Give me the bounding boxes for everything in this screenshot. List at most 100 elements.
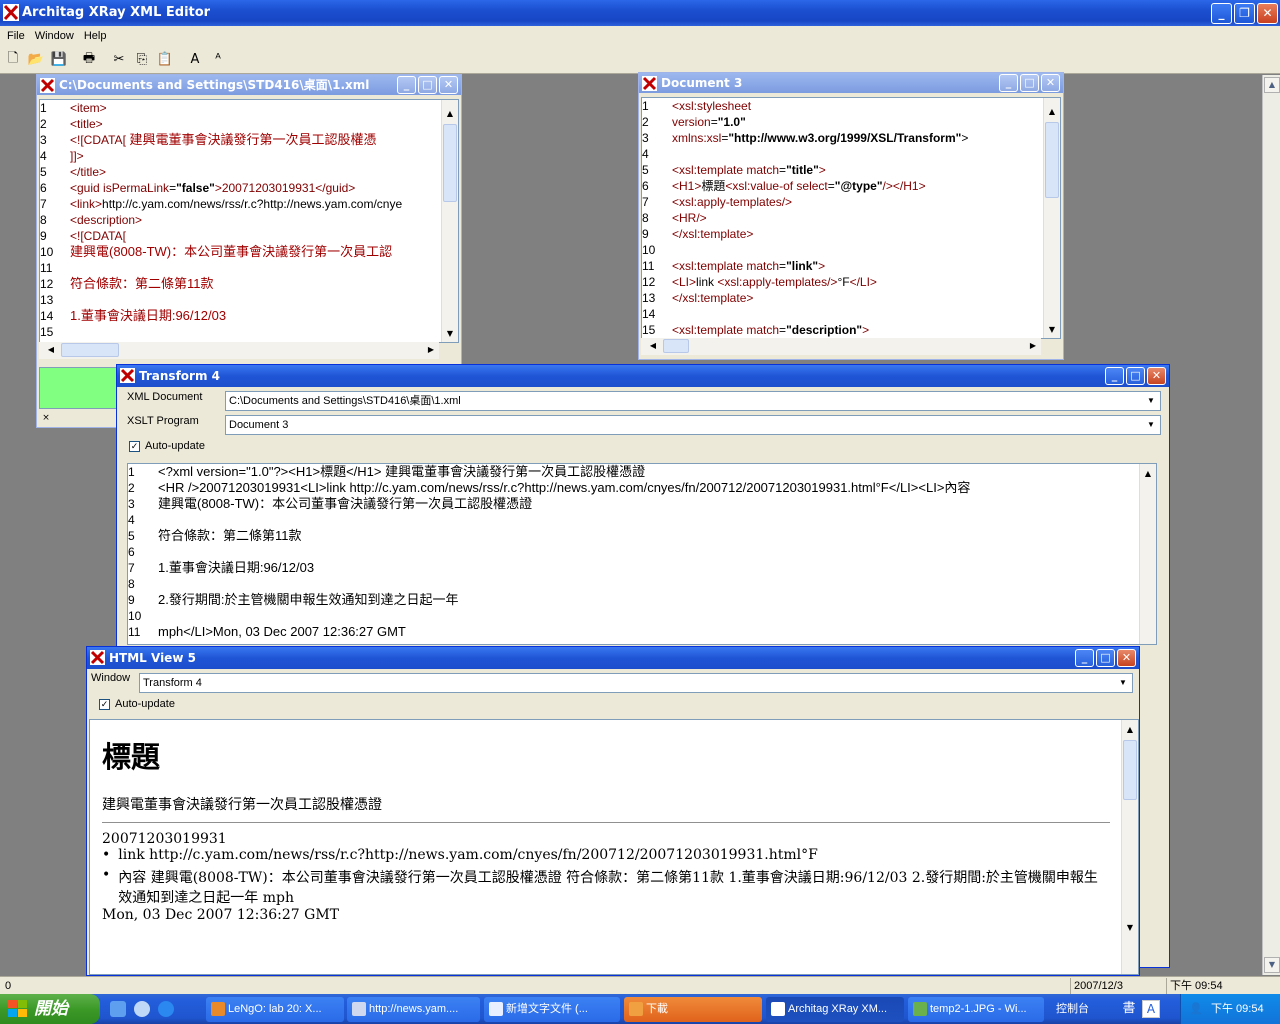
scroll-down-icon[interactable]: ▼ [442,326,458,342]
menu-help[interactable]: Help [79,30,112,42]
scroll-down-icon[interactable]: ▼ [1044,322,1060,338]
close-button[interactable]: ✕ [1257,3,1278,24]
transform-close-button[interactable]: ✕ [1147,367,1166,385]
chevron-down-icon[interactable]: ▼ [1143,393,1159,409]
xslt-editor-hscroll[interactable]: ◀ ▶ [641,338,1041,355]
scroll-up-icon[interactable]: ▲ [1044,104,1060,120]
task-news-yam[interactable]: http://news.yam.... [347,997,480,1022]
doc3-titlebar[interactable]: Document 3 _ □ ✕ [639,73,1063,93]
xml-close-button[interactable]: ✕ [439,76,458,94]
source-window-select[interactable]: Transform 4 ▼ [139,673,1133,693]
html-view-titlebar[interactable]: HTML View 5 _ □ ✕ [87,647,1139,669]
chevron-down-icon[interactable]: ▼ [1143,417,1159,433]
task-architag-xray[interactable]: Architag XRay XM... [766,997,904,1022]
paste-icon[interactable]: 📋 [154,49,176,71]
scroll-up-icon[interactable]: ▲ [1122,722,1138,738]
scroll-thumb[interactable] [61,343,119,357]
checkmark-icon[interactable]: ✓ [99,698,110,710]
scroll-up-icon[interactable]: ▲ [1264,77,1280,93]
chevron-down-icon[interactable]: ▼ [1115,675,1131,691]
doc3-minimize-button[interactable]: _ [999,74,1018,92]
xml-editor-hscroll[interactable]: ◀ ▶ [39,342,439,359]
control-panel-toolbar[interactable]: 控制台 [1056,994,1089,1024]
quicklaunch-browser-icon[interactable] [158,1001,174,1017]
quicklaunch-ie-icon[interactable] [110,1001,126,1017]
xml-minimize-button[interactable]: _ [397,76,416,94]
xml-document-label: XML Document [127,391,203,403]
copy-icon[interactable]: ⎘ [131,49,153,71]
menu-window[interactable]: Window [30,30,79,42]
task-notepad[interactable]: 新增文字文件 (... [484,997,620,1022]
print-icon[interactable]: 🖶 [78,49,100,71]
transform-maximize-button[interactable]: □ [1126,367,1145,385]
main-titlebar[interactable]: Architag XRay XML Editor _ ❐ ✕ [0,0,1280,26]
html-preview[interactable]: 標題 建興電董事會決議發行第一次員工認股權憑證 20071203019931 •… [89,719,1139,975]
scroll-up-icon[interactable]: ▲ [1140,466,1156,482]
task-lengo[interactable]: LeNgO: lab 20: X... [206,997,344,1022]
task-downloads[interactable]: 下載 [624,997,762,1022]
font-larger-icon[interactable]: A [184,49,206,71]
xslt-document-window[interactable]: Document 3 _ □ ✕ 1 2 3 4 5 6 7 8 9 10 11 12 13 14 15 <… [638,72,1064,360]
scroll-left-icon[interactable]: ◀ [645,338,661,354]
scroll-down-icon[interactable]: ▼ [1264,957,1280,973]
open-folder-icon[interactable]: 📂 [25,49,47,71]
scroll-left-icon[interactable]: ◀ [43,342,59,358]
scroll-thumb[interactable] [663,339,689,353]
html-auto-update-checkbox[interactable]: ✓ Auto-update [99,698,175,710]
xml-window-titlebar[interactable]: C:\Documents and Settings\STD416\桌面\1.xm… [37,75,461,95]
mdi-vertical-scrollbar[interactable]: ▲ ▼ [1262,75,1280,975]
transform-vscroll[interactable]: ▲ [1139,464,1156,644]
html-view-window[interactable]: HTML View 5 _ □ ✕ Window Transform 4 ▼ ✓… [86,646,1140,976]
transform-minimize-button[interactable]: _ [1105,367,1124,385]
scroll-right-icon[interactable]: ▶ [1025,338,1041,354]
line-number: 6 [642,179,649,193]
xslt-code-editor[interactable]: 1 2 3 4 5 6 7 8 9 10 11 12 13 14 15 <xsl:stylesheet ve… [641,97,1061,339]
scroll-down-icon[interactable]: ▼ [1122,920,1138,936]
task-image-viewer[interactable]: temp2-1.JPG - Wi... [908,997,1044,1022]
menu-file[interactable]: File [2,30,30,42]
xml-code-editor[interactable]: 1 2 3 4 5 6 7 8 9 10 11 12 13 14 15 <item> <title> <![… [39,99,459,343]
transform-auto-update-checkbox[interactable]: ✓ Auto-update [129,440,205,452]
transform-titlebar[interactable]: Transform 4 _ □ ✕ [117,365,1169,387]
ime-mode-icon[interactable]: A [1142,1000,1160,1018]
scroll-thumb[interactable] [1123,740,1137,800]
cut-icon[interactable]: ✂ [108,49,130,71]
ime-indicator[interactable]: 書 [1120,1001,1138,1017]
line-number: 7 [128,561,135,575]
save-icon[interactable]: 💾 [48,49,70,71]
restore-button[interactable]: ❐ [1234,3,1255,24]
xray-app-icon [3,4,19,21]
scroll-right-icon[interactable]: ▶ [423,342,439,358]
font-smaller-icon[interactable]: ᴬ [207,49,229,71]
xml-maximize-button[interactable]: □ [418,76,437,94]
scroll-up-icon[interactable]: ▲ [442,106,458,122]
xslt-program-select[interactable]: Document 3 ▼ [225,415,1161,435]
transform-output-editor[interactable]: 1 2 3 4 5 6 7 8 9 10 11 <?xml version="1.0"?><H1>標… [127,463,1157,645]
xml-editor-vscroll[interactable]: ▲ ▼ [441,100,458,342]
line-number: 5 [642,163,649,177]
close-panel-icon[interactable]: × [39,411,53,425]
status-date: 2007/12/3 [1070,978,1166,994]
line-number: 12 [642,275,656,289]
xml-document-select[interactable]: C:\Documents and Settings\STD416\桌面\1.xm… [225,391,1161,411]
quicklaunch-media-icon[interactable] [134,1001,150,1017]
checkmark-icon[interactable]: ✓ [129,440,140,452]
doc3-close-button[interactable]: ✕ [1041,74,1060,92]
user-icon[interactable]: 👤 [1189,994,1203,1024]
new-file-icon[interactable]: 🗋 [2,49,24,71]
html-minimize-button[interactable]: _ [1075,649,1094,667]
doc3-maximize-button[interactable]: □ [1020,74,1039,92]
code-line: 2.發行期間:於主管機關申報生效通知到達之日起一年 [158,592,459,607]
scroll-thumb[interactable] [443,124,457,202]
preview-subtitle: 建興電董事會決議發行第一次員工認股權憑證 [102,797,382,813]
xml-code: <item> <title> <![CDATA[ 建興電董事會決議發行第一次員工… [70,101,403,323]
line-number: 6 [128,545,135,559]
html-maximize-button[interactable]: □ [1096,649,1115,667]
xslt-editor-vscroll[interactable]: ▲ ▼ [1043,98,1060,338]
html-view-vscroll[interactable]: ▲ ▼ [1121,720,1138,974]
html-close-button[interactable]: ✕ [1117,649,1136,667]
scroll-thumb[interactable] [1045,122,1059,198]
minimize-button[interactable]: _ [1211,3,1232,24]
line-number: 15 [40,325,54,339]
start-button[interactable]: 開始 [0,994,100,1024]
